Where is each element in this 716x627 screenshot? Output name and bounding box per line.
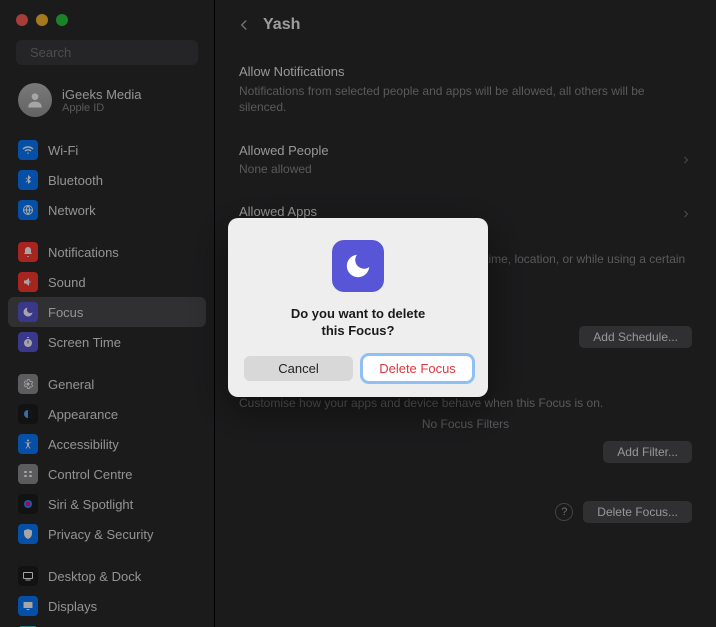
focus-moon-icon [332, 240, 384, 292]
dialog-title: Do you want to delete this Focus? [244, 306, 472, 340]
cancel-button[interactable]: Cancel [244, 356, 353, 381]
confirm-delete-button[interactable]: Delete Focus [363, 356, 472, 381]
delete-focus-dialog: Do you want to delete this Focus? Cancel… [228, 218, 488, 397]
modal-overlay: Do you want to delete this Focus? Cancel… [0, 0, 716, 627]
